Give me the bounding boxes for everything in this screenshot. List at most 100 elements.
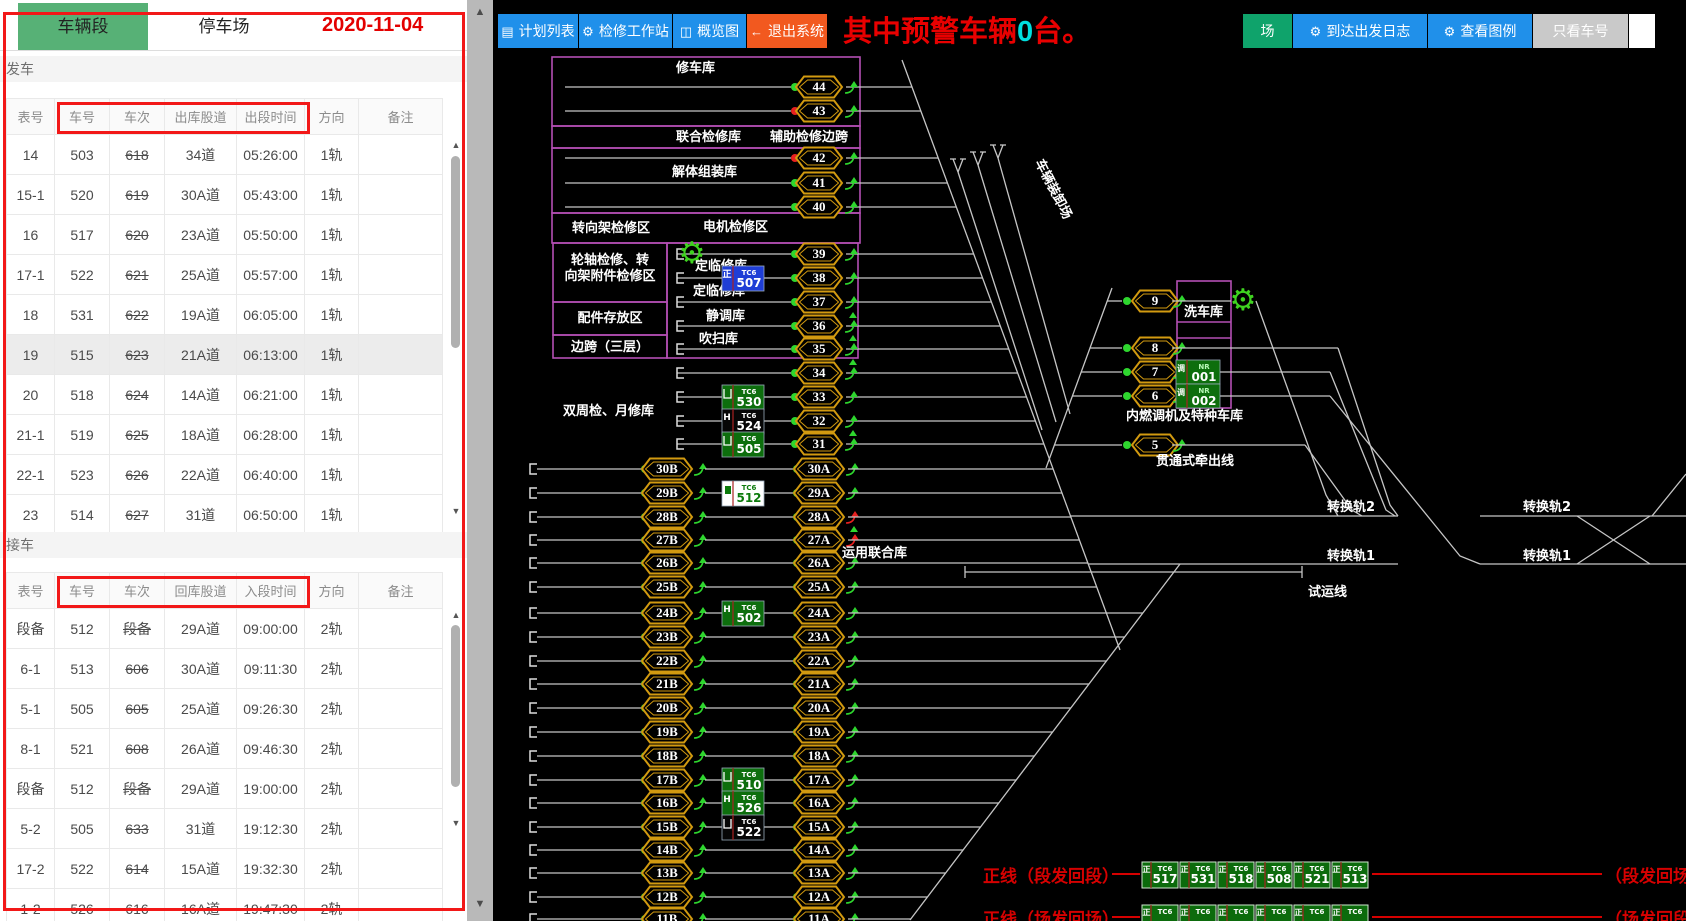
svg-text:电机检修区: 电机检修区 xyxy=(703,219,768,235)
svg-text:22A: 22A xyxy=(808,653,831,668)
scroll-up-icon[interactable]: ▲ xyxy=(450,140,462,150)
table-cell: 616 xyxy=(110,889,165,921)
svg-text:32: 32 xyxy=(813,413,826,428)
svg-text:双周检、月修库: 双周检、月修库 xyxy=(563,403,654,419)
svg-text:（场发回段: （场发回段 xyxy=(1605,909,1686,921)
table-row[interactable]: 1-252661616A道19:47:302轨 xyxy=(7,889,443,921)
scroll-down-icon[interactable]: ▼ xyxy=(450,506,462,516)
svg-text:41: 41 xyxy=(813,175,826,190)
button-label: 查看图例 xyxy=(1460,23,1516,39)
table-cell: 19:32:30 xyxy=(237,849,305,889)
table-row[interactable]: 8-152160826A道09:46:302轨 xyxy=(7,729,443,769)
table-row[interactable]: 2051862414A道06:21:001轨 xyxy=(7,375,443,415)
scroll-up-icon[interactable]: ▲ xyxy=(467,6,493,18)
toolbar-button-只看车号[interactable]: 只看车号 xyxy=(1533,14,1628,48)
svg-text:30A: 30A xyxy=(808,461,831,476)
arrive-scrollbar[interactable]: ▲ ▼ xyxy=(449,610,463,832)
svg-text:36: 36 xyxy=(813,318,827,333)
svg-text:TC6: TC6 xyxy=(1272,908,1287,916)
table-cell: 512 xyxy=(55,769,110,809)
scroll-down-icon[interactable]: ▼ xyxy=(450,818,462,828)
table-cell: 5-1 xyxy=(7,689,55,729)
svg-text:6: 6 xyxy=(1152,388,1159,403)
app-window: 车辆装卸场 44 43 42 41 40 39 ⚙ 38 37 36 35 34… xyxy=(0,0,1686,921)
svg-text:18A: 18A xyxy=(808,748,831,763)
depart-section-label: 发车 xyxy=(0,56,468,82)
svg-text:轮轴检修、转: 轮轴检修、转 xyxy=(571,252,649,268)
table-cell: 29A道 xyxy=(165,769,237,809)
table-row[interactable]: 21-151962518A道06:28:001轨 xyxy=(7,415,443,455)
svg-text:37: 37 xyxy=(813,294,827,309)
table-row[interactable]: 1951562321A道06:13:001轨 xyxy=(7,335,443,375)
table-cell: 505 xyxy=(55,689,110,729)
svg-text:正: 正 xyxy=(1219,908,1227,917)
svg-text:调: 调 xyxy=(1177,363,1185,373)
tab-yard[interactable]: 停车场 xyxy=(148,3,300,50)
page-scrollbar[interactable]: ▲ ▼ xyxy=(467,0,493,921)
toolbar-button-场[interactable]: 场 xyxy=(1243,14,1292,48)
svg-text:28A: 28A xyxy=(808,509,831,524)
table-cell: 531 xyxy=(55,295,110,335)
table-row[interactable]: 22-152362622A道06:40:001轨 xyxy=(7,455,443,495)
table-cell xyxy=(359,455,443,495)
svg-text:502: 502 xyxy=(736,611,761,625)
table-cell: 22-1 xyxy=(7,455,55,495)
scroll-down-icon[interactable]: ▼ xyxy=(467,898,493,910)
svg-text:正: 正 xyxy=(1181,908,1189,917)
table-row[interactable]: 1853162219A道06:05:001轨 xyxy=(7,295,443,335)
table-row[interactable]: 6-151360630A道09:11:302轨 xyxy=(7,649,443,689)
table-row[interactable]: 2351462731道06:50:001轨 xyxy=(7,495,443,535)
car-number-checkbox[interactable] xyxy=(1629,14,1655,48)
table-row[interactable]: 段备512段备29A道19:00:002轨 xyxy=(7,769,443,809)
table-cell: 2轨 xyxy=(305,729,359,769)
toolbar-button-查看图例[interactable]: ⚙查看图例 xyxy=(1428,14,1532,48)
table-row[interactable]: 15-152061930A道05:43:001轨 xyxy=(7,175,443,215)
tab-depot[interactable]: 车辆段 xyxy=(18,3,148,50)
scroll-thumb[interactable] xyxy=(451,625,460,787)
table-cell: 18 xyxy=(7,295,55,335)
svg-text:7: 7 xyxy=(1152,364,1159,379)
scroll-thumb[interactable] xyxy=(451,156,460,348)
toolbar-button-计划列表[interactable]: ▤计划列表 xyxy=(498,14,578,48)
svg-text:H: H xyxy=(723,413,731,423)
depart-scrollbar[interactable]: ▲ ▼ xyxy=(449,140,463,520)
table-cell: 17-1 xyxy=(7,255,55,295)
toolbar-button-到达出发日志[interactable]: ⚙到达出发日志 xyxy=(1293,14,1427,48)
table-row[interactable]: 段备512段备29A道09:00:002轨 xyxy=(7,609,443,649)
column-header: 车次 xyxy=(110,99,165,135)
table-cell: 06:21:00 xyxy=(237,375,305,415)
toolbar-button-概览图[interactable]: ◫概览图 xyxy=(673,14,746,48)
toolbar-button-退出系统[interactable]: ←退出系统 xyxy=(747,14,827,48)
column-header: 入段时间 xyxy=(237,573,305,609)
toolbar-button-检修工作站[interactable]: ⚙检修工作站 xyxy=(579,14,672,48)
table-cell: 05:57:00 xyxy=(237,255,305,295)
table-cell: 15A道 xyxy=(165,849,237,889)
table-cell: 09:46:30 xyxy=(237,729,305,769)
table-row[interactable]: 17-152262125A道05:57:001轨 xyxy=(7,255,443,295)
table-cell: 25A道 xyxy=(165,255,237,295)
svg-text:正: 正 xyxy=(1257,865,1265,874)
table-cell: 06:50:00 xyxy=(237,495,305,535)
table-row[interactable]: 5-250563331道19:12:302轨 xyxy=(7,809,443,849)
table-row[interactable]: 1450361834道05:26:001轨 xyxy=(7,135,443,175)
table-cell: 1轨 xyxy=(305,495,359,535)
table-cell: 16A道 xyxy=(165,889,237,921)
table-cell xyxy=(359,375,443,415)
table-cell: 09:11:30 xyxy=(237,649,305,689)
table-cell xyxy=(359,255,443,295)
table-row[interactable]: 5-150560525A道09:26:302轨 xyxy=(7,689,443,729)
table-cell: 521 xyxy=(55,729,110,769)
svg-text:正线（场发回场）: 正线（场发回场） xyxy=(983,909,1119,921)
scroll-up-icon[interactable]: ▲ xyxy=(450,610,462,620)
table-cell: 522 xyxy=(55,849,110,889)
table-cell xyxy=(359,889,443,921)
table-row[interactable]: 1651762023A道05:50:001轨 xyxy=(7,215,443,255)
column-header: 回库股道 xyxy=(165,573,237,609)
table-cell: 05:43:00 xyxy=(237,175,305,215)
table-row[interactable]: 17-252261415A道19:32:302轨 xyxy=(7,849,443,889)
svg-text:16B: 16B xyxy=(656,795,678,810)
svg-text:38: 38 xyxy=(813,270,827,285)
table-cell: 619 xyxy=(110,175,165,215)
svg-text:24B: 24B xyxy=(656,605,678,620)
svg-text:正: 正 xyxy=(1219,865,1227,874)
